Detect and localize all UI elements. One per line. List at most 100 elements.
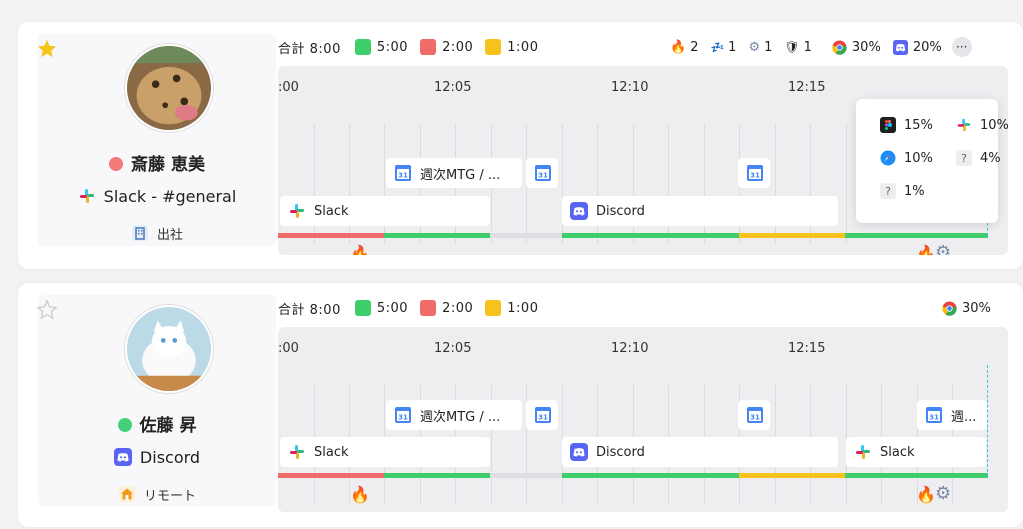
- chrome-icon: [832, 39, 847, 55]
- badge-count: 30%: [962, 300, 991, 316]
- total-value: 8:00: [309, 41, 341, 57]
- location: 出社: [38, 224, 276, 243]
- gear-warning-icon: ⚙: [935, 242, 952, 255]
- calendar-icon: 31: [746, 406, 764, 424]
- badge-fire: 🔥 2: [670, 40, 698, 55]
- svg-text:31: 31: [538, 414, 548, 422]
- idle-time: 1:00: [507, 39, 539, 55]
- badge-count: 30%: [851, 39, 881, 55]
- badge-gear-warning: ⚙ 1: [748, 40, 772, 55]
- popover-item: ? 1%: [880, 183, 925, 199]
- calendar-event-block[interactable]: 31 週次MTG / ...: [386, 400, 522, 430]
- office-building-icon: [131, 224, 149, 242]
- calendar-event-block[interactable]: 31: [738, 158, 770, 188]
- active-bar: [562, 473, 739, 478]
- svg-text:31: 31: [398, 172, 408, 180]
- badge-count: 2: [690, 39, 699, 55]
- fire-icon: 🔥: [350, 244, 370, 255]
- grid-line: [314, 124, 315, 244]
- fire-icon: 🔥: [670, 39, 687, 55]
- grid-line: [633, 124, 634, 244]
- idle-swatch: [485, 39, 502, 55]
- idle-time: 1:00: [507, 300, 539, 316]
- location-label: 出社: [156, 228, 183, 243]
- more-options-button[interactable]: ···: [951, 37, 972, 57]
- calendar-event-block[interactable]: 31 週次MTG / ...: [386, 158, 522, 188]
- calendar-event-block[interactable]: 31: [526, 400, 558, 430]
- popover-item: 15%: [880, 117, 933, 133]
- member-name: 佐藤 昇: [139, 416, 197, 436]
- total-value: 8:00: [309, 302, 341, 318]
- member-name-row: 斎藤 恵美: [38, 150, 276, 175]
- grid-line: [668, 124, 669, 244]
- badge-shield-warning: 🛡 1: [784, 40, 812, 55]
- grid-line: [384, 124, 385, 244]
- popover-item: 10%: [956, 117, 1009, 133]
- badge-sleep: 💤 1: [710, 40, 736, 55]
- active-bar: [845, 233, 988, 238]
- badge-count: 1: [728, 39, 737, 55]
- time-summary: 合計 8:00 5:00 2:00 1:00: [278, 37, 550, 57]
- svg-text:31: 31: [398, 414, 408, 422]
- favorite-star-icon[interactable]: [36, 38, 58, 60]
- app-usage-block[interactable]: Slack: [846, 437, 986, 467]
- svg-text:?: ?: [885, 185, 891, 198]
- focus-time: 2:00: [442, 300, 474, 316]
- time-label: :00: [278, 341, 299, 356]
- location: リモート: [38, 485, 276, 504]
- member-card: 斎藤 恵美 Slack - #general 出社 合計 8:00 5:00 2…: [18, 22, 1023, 269]
- avatar[interactable]: [125, 305, 213, 393]
- calendar-icon: 31: [394, 406, 412, 424]
- discord-icon: [570, 443, 588, 461]
- active-swatch: [354, 300, 371, 316]
- app-status-label: Discord: [139, 448, 201, 467]
- figma-icon: [880, 117, 896, 133]
- app-usage-block[interactable]: Slack: [280, 437, 490, 467]
- badge-count: 1: [764, 39, 773, 55]
- chrome-icon: [942, 300, 957, 316]
- app-status: Slack - #general: [38, 187, 276, 206]
- activity-badges: 🔥 2 💤 1 ⚙ 1 🛡 1 30% 20% ···: [658, 37, 972, 57]
- idle-swatch: [485, 300, 502, 316]
- calendar-event-block[interactable]: 31: [526, 158, 558, 188]
- profile-panel: 斎藤 恵美 Slack - #general 出社: [38, 34, 276, 246]
- time-label: 12:10: [611, 80, 649, 95]
- popover-value: 10%: [980, 117, 1009, 133]
- app-usage-block[interactable]: Discord: [562, 437, 838, 467]
- unknown-icon: ?: [956, 150, 972, 166]
- focus-time: 2:00: [442, 39, 474, 55]
- active-bar: [384, 473, 490, 478]
- time-label: 12:15: [788, 80, 826, 95]
- popover-value: 15%: [904, 117, 933, 133]
- app-usage-block[interactable]: Slack: [280, 196, 490, 226]
- total-time: 合計 8:00: [278, 299, 341, 318]
- idle-bar: [739, 473, 845, 478]
- time-label: :00: [278, 80, 299, 95]
- calendar-event-block[interactable]: 31: [738, 400, 770, 430]
- focus-swatch: [420, 39, 437, 55]
- grid-line: [597, 124, 598, 244]
- time-label: 12:05: [434, 341, 472, 356]
- discord-icon: [570, 202, 588, 220]
- badge-chrome: 30%: [832, 40, 881, 55]
- svg-text:31: 31: [929, 414, 939, 422]
- gear-warning-icon: ⚙: [935, 483, 952, 504]
- offline-bar: [490, 473, 562, 478]
- calendar-icon: 31: [394, 164, 412, 182]
- calendar-event-block[interactable]: 31 週...: [917, 400, 987, 430]
- badge-discord: 20%: [892, 39, 942, 55]
- home-icon: [118, 485, 136, 503]
- member-name: 斎藤 恵美: [131, 155, 205, 175]
- favorite-star-icon[interactable]: [36, 299, 58, 321]
- active-time: 5:00: [376, 39, 409, 55]
- total-label: 合計: [278, 302, 306, 318]
- slack-icon: [854, 443, 872, 461]
- app-usage-block[interactable]: Discord: [562, 196, 838, 226]
- member-card: 佐藤 昇 Discord リモート 合計 8:00 5:00 2:00 1:00…: [18, 283, 1023, 527]
- avatar[interactable]: [125, 44, 213, 132]
- gear-warning-icon: ⚙: [748, 39, 761, 55]
- app-label: Slack: [314, 444, 349, 460]
- svg-text:?: ?: [961, 152, 967, 165]
- sleep-icon: 💤: [710, 40, 725, 54]
- fire-icon: 🔥: [916, 244, 936, 255]
